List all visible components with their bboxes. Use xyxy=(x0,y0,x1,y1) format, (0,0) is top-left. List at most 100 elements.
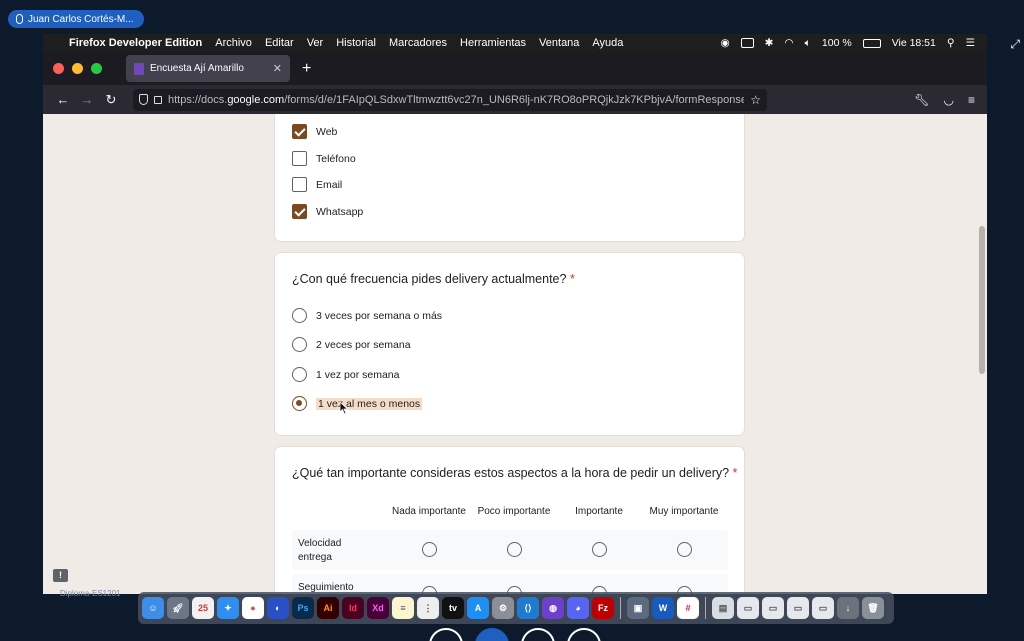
forward-button[interactable]: → xyxy=(75,92,99,107)
firefox-dev-icon[interactable]: ◐ xyxy=(267,597,289,619)
calendar-icon[interactable]: 25 xyxy=(192,597,214,619)
grid-col-muy: Muy importante xyxy=(649,506,719,517)
clock[interactable]: Vie 18:51 xyxy=(892,37,936,49)
system-preferences-icon[interactable]: ⚙ xyxy=(492,597,514,619)
tracking-shield-icon[interactable] xyxy=(139,94,148,105)
menu-herramientas[interactable]: Herramientas xyxy=(460,37,526,49)
minimize-window-button[interactable] xyxy=(72,63,83,74)
active-speaker-badge: Juan Carlos Cortés-M... xyxy=(8,10,144,28)
grid-radio[interactable] xyxy=(592,542,607,557)
word-icon[interactable]: W xyxy=(652,597,674,619)
downloads-stack-icon[interactable]: ↓ xyxy=(837,597,859,619)
reload-button[interactable]: ↻ xyxy=(99,92,123,108)
zoom-control-button[interactable] xyxy=(429,628,463,641)
illustrator-icon[interactable]: Ai xyxy=(317,597,339,619)
grid-row-label: Velocidad entrega xyxy=(298,538,342,563)
desktop-file-label: Diploma-ES1201 xyxy=(60,589,121,598)
zoom-control-button[interactable] xyxy=(567,628,601,641)
preview-icon[interactable]: ▣ xyxy=(627,597,649,619)
checkbox-checked[interactable] xyxy=(292,124,307,139)
menu-ver[interactable]: Ver xyxy=(307,37,324,49)
checkbox-option-telefono[interactable]: Teléfono xyxy=(292,151,356,166)
pocket-icon[interactable]: ◡ xyxy=(944,93,954,107)
report-problem-icon[interactable]: ! xyxy=(53,569,68,582)
bluetooth-icon[interactable]: ✱ xyxy=(765,37,774,49)
trash-icon[interactable]: 🗑︎ xyxy=(862,597,884,619)
radio-unselected[interactable] xyxy=(292,308,307,323)
url-text[interactable]: https://docs.google.com/forms/d/e/1FAIpQ… xyxy=(168,94,744,106)
document-thumbnail-icon[interactable]: ▭ xyxy=(787,597,809,619)
battery-icon[interactable] xyxy=(862,38,881,48)
close-tab-icon[interactable]: ✕ xyxy=(273,62,282,75)
control-center-icon[interactable]: ☰ xyxy=(966,37,975,49)
apple-tv-icon[interactable]: tv xyxy=(442,597,464,619)
google-forms-icon xyxy=(134,62,144,75)
xd-icon[interactable]: Xd xyxy=(367,597,389,619)
document-thumbnail-icon[interactable]: ▤ xyxy=(712,597,734,619)
launchpad-icon[interactable]: 🚀︎ xyxy=(167,597,189,619)
creative-cloud-icon[interactable]: ◉ xyxy=(720,37,729,49)
menu-archivo[interactable]: Archivo xyxy=(215,37,252,49)
zoom-control-button[interactable] xyxy=(521,628,555,641)
notes-icon[interactable]: ≡ xyxy=(392,597,414,619)
menu-historial[interactable]: Historial xyxy=(336,37,376,49)
url-bar[interactable]: https://docs.google.com/forms/d/e/1FAIpQ… xyxy=(133,88,767,111)
radio-option-1-vez-mes[interactable]: 1 vez al mes o menos xyxy=(292,396,423,411)
new-tab-button[interactable]: + xyxy=(302,60,311,78)
radio-option-1-vez-semana[interactable]: 1 vez por semana xyxy=(292,367,399,382)
photoshop-icon[interactable]: Ps xyxy=(292,597,314,619)
dock-separator xyxy=(705,597,706,619)
lock-icon[interactable] xyxy=(154,95,162,104)
zoom-window-button[interactable] xyxy=(91,63,102,74)
grid-row-seguimiento: Seguimiento del xyxy=(292,574,728,594)
vscode-icon[interactable]: ⟨⟩ xyxy=(517,597,539,619)
devtools-wrench-icon[interactable]: 🔧︎ xyxy=(914,93,929,107)
radio-option-2-veces[interactable]: 2 veces por semana xyxy=(292,337,411,352)
discord-icon[interactable]: ◕ xyxy=(567,597,589,619)
finder-icon[interactable]: ☺ xyxy=(142,597,164,619)
radio-option-3-veces[interactable]: 3 veces por semana o más xyxy=(292,308,442,323)
checkbox-unchecked[interactable] xyxy=(292,151,307,166)
tab-title: Encuesta Ají Amarillo xyxy=(150,63,244,74)
menu-hamburger-icon[interactable]: ≡ xyxy=(968,93,975,107)
checkbox-option-whatsapp[interactable]: Whatsapp xyxy=(292,204,363,219)
page-scrollbar[interactable] xyxy=(979,226,985,374)
grid-radio[interactable] xyxy=(677,542,692,557)
menu-ventana[interactable]: Ventana xyxy=(539,37,579,49)
document-thumbnail-icon[interactable]: ▭ xyxy=(762,597,784,619)
volume-icon[interactable]: 🔈︎ xyxy=(805,37,811,50)
document-thumbnail-icon[interactable]: ▭ xyxy=(812,597,834,619)
document-thumbnail-icon[interactable]: ▭ xyxy=(737,597,759,619)
tab-encuesta[interactable]: Encuesta Ají Amarillo ✕ xyxy=(126,55,290,82)
close-window-button[interactable] xyxy=(53,63,64,74)
expand-icon[interactable]: ⤢ xyxy=(1010,37,1020,52)
checkbox-option-email[interactable]: Email xyxy=(292,177,342,192)
spotlight-icon[interactable]: ⚲ xyxy=(947,37,955,49)
app-store-icon[interactable]: A xyxy=(467,597,489,619)
checkbox-unchecked[interactable] xyxy=(292,177,307,192)
filezilla-icon[interactable]: Fz xyxy=(592,597,614,619)
reminders-icon[interactable]: ⋮ xyxy=(417,597,439,619)
speaker-name: Juan Carlos Cortés-M... xyxy=(28,13,134,25)
wifi-icon[interactable]: ◠ xyxy=(784,37,793,49)
github-desktop-icon[interactable]: ◍ xyxy=(542,597,564,619)
checkbox-option-web[interactable]: Web xyxy=(292,124,337,139)
airplay-icon[interactable] xyxy=(740,38,754,48)
slack-icon[interactable]: # xyxy=(677,597,699,619)
menu-editar[interactable]: Editar xyxy=(265,37,294,49)
zoom-control-button-active[interactable] xyxy=(475,628,509,641)
grid-radio[interactable] xyxy=(507,542,522,557)
menu-marcadores[interactable]: Marcadores xyxy=(389,37,447,49)
chrome-icon[interactable]: ● xyxy=(242,597,264,619)
menu-ayuda[interactable]: Ayuda xyxy=(592,37,623,49)
back-button[interactable]: ← xyxy=(51,92,75,107)
bookmark-star-icon[interactable]: ☆ xyxy=(750,93,761,107)
grid-radio[interactable] xyxy=(422,542,437,557)
radio-selected[interactable] xyxy=(292,396,307,411)
radio-unselected[interactable] xyxy=(292,337,307,352)
menu-app-name[interactable]: Firefox Developer Edition xyxy=(69,37,202,49)
indesign-icon[interactable]: Id xyxy=(342,597,364,619)
safari-icon[interactable]: ✦ xyxy=(217,597,239,619)
radio-unselected[interactable] xyxy=(292,367,307,382)
checkbox-checked[interactable] xyxy=(292,204,307,219)
